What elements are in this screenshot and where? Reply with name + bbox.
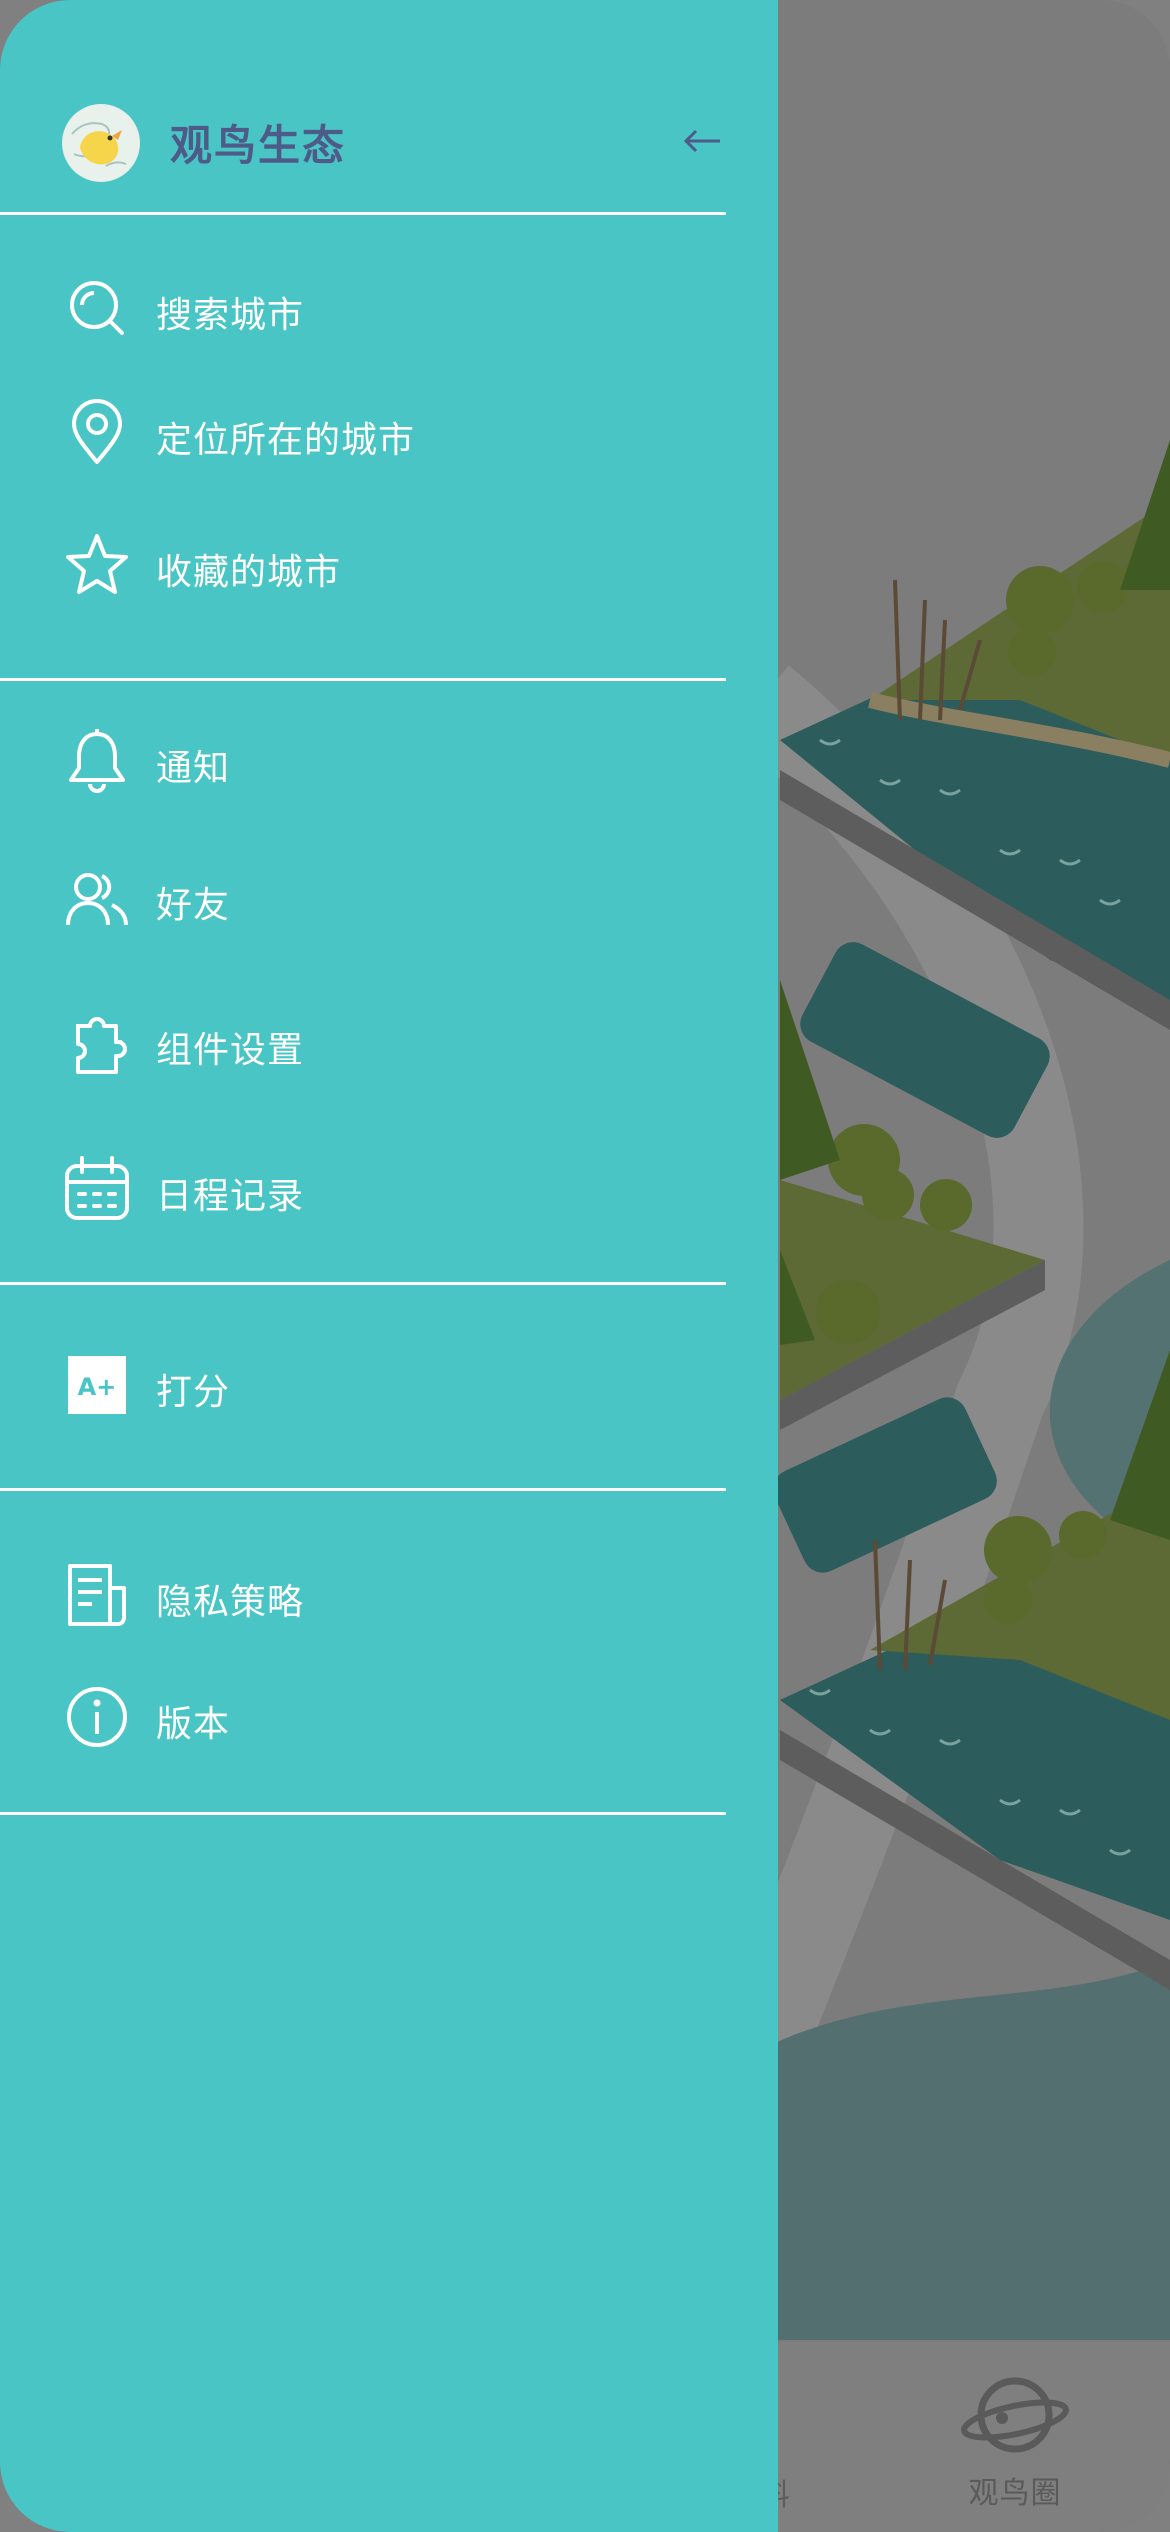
menu-item-rate[interactable]: A+ 打分 [0, 1335, 726, 1435]
menu-item-search-city[interactable]: 搜索城市 [0, 258, 726, 358]
app-logo-avatar [62, 104, 140, 182]
divider [0, 1812, 726, 1815]
planet-icon [961, 2377, 1069, 2453]
menu-item-label: 定位所在的城市 [156, 420, 416, 461]
search-icon [70, 281, 124, 335]
divider [0, 678, 726, 681]
friends-icon [66, 873, 128, 926]
tab-label-birding-circle: 观鸟圈 [968, 2476, 1062, 2511]
bird-globe-icon [63, 105, 139, 181]
menu-item-label: 隐私策略 [156, 1582, 305, 1623]
menu-item-label: 日程记录 [156, 1176, 305, 1217]
info-icon [67, 1687, 127, 1747]
back-arrow-icon[interactable] [680, 118, 726, 164]
menu-item-friends[interactable]: 好友 [0, 848, 726, 948]
app-screen: 料 观鸟圈 观鸟生态 [0, 0, 1170, 2532]
drawer-header: 观鸟生态 [0, 0, 726, 215]
location-pin-icon [72, 399, 122, 464]
menu-item-widget-settings[interactable]: 组件设置 [0, 993, 726, 1093]
rating-badge-icon: A+ [68, 1356, 126, 1414]
menu-item-label: 通知 [156, 748, 231, 789]
menu-item-privacy-policy[interactable]: 隐私策略 [0, 1545, 726, 1645]
badge-text: A+ [78, 1373, 117, 1401]
menu-item-label: 组件设置 [156, 1030, 305, 1071]
app-title: 观鸟生态 [170, 121, 347, 170]
puzzle-icon [76, 1017, 127, 1074]
menu-item-label: 版本 [156, 1704, 231, 1745]
menu-item-label: 收藏的城市 [156, 552, 342, 593]
menu-item-label: 搜索城市 [156, 295, 305, 336]
star-icon [66, 534, 128, 594]
document-icon [68, 1564, 126, 1626]
tab-birding-circle[interactable]: 观鸟圈 [955, 2370, 1075, 2512]
menu-item-label: 好友 [156, 885, 231, 926]
side-drawer: 观鸟生态 搜索城市 定位所在的城市 收藏的城市 通知 好友 组件设置 日程记录 … [0, 0, 778, 2532]
menu-item-favorite-cities[interactable]: 收藏的城市 [0, 515, 726, 615]
divider [0, 1488, 726, 1491]
menu-item-notifications[interactable]: 通知 [0, 711, 726, 811]
menu-item-version[interactable]: 版本 [0, 1667, 726, 1767]
calendar-icon [65, 1156, 129, 1220]
divider [0, 1282, 726, 1285]
menu-item-locate-city[interactable]: 定位所在的城市 [0, 383, 726, 483]
menu-item-label: 打分 [156, 1372, 231, 1413]
bell-icon [69, 729, 125, 793]
menu-item-schedule[interactable]: 日程记录 [0, 1139, 726, 1239]
